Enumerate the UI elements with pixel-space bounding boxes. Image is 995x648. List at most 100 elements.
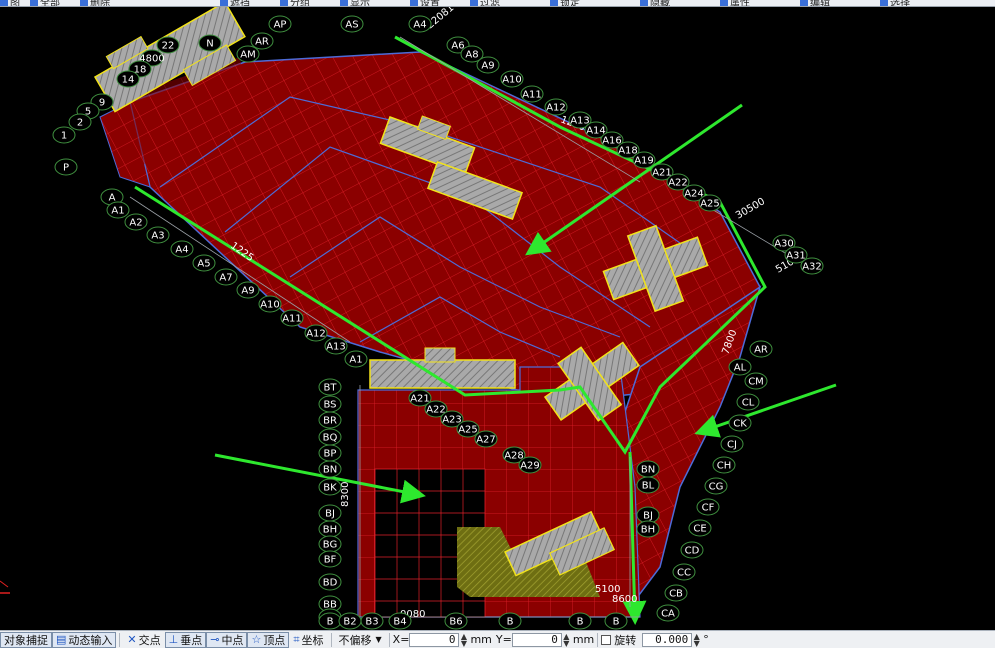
- grid-axis-label: P: [63, 163, 69, 174]
- grid-axis-label: A9: [241, 286, 254, 297]
- toolbar-icon: [640, 0, 648, 6]
- grid-axis-label: A12: [546, 103, 566, 114]
- grid-axis-bubble: A3: [146, 226, 170, 244]
- grid-axis-bubble: A11: [280, 309, 304, 327]
- grid-axis-label: B4: [393, 617, 406, 628]
- grid-axis-bubble: A9: [236, 281, 260, 299]
- grid-axis-bubble: A32: [800, 257, 824, 275]
- grid-axis-label: CF: [702, 503, 715, 514]
- rotate-spinner[interactable]: ▲ ▼: [692, 632, 701, 647]
- grid-axis-label: 22: [162, 41, 175, 52]
- grid-axis-label: A1: [349, 355, 362, 366]
- toolbar-item[interactable]: 属性: [720, 0, 750, 6]
- grid-axis-bubble: BH: [318, 520, 342, 538]
- toolbar-icon: [720, 0, 728, 6]
- perpendicular-snap-toggle[interactable]: ⊥ 垂点: [164, 631, 207, 648]
- midpoint-icon: ⊸: [210, 633, 220, 646]
- dynamic-input-toggle[interactable]: ▤ 动态输入: [52, 631, 117, 648]
- grid-axis-label: BT: [324, 383, 338, 394]
- grid-axis-label: A29: [520, 461, 540, 472]
- grid-axis-bubble: A25: [698, 194, 722, 212]
- grid-axis-bubble: CH: [712, 456, 736, 474]
- grid-axis-bubble: A12: [544, 98, 568, 116]
- vertex-snap-toggle[interactable]: ☆ 顶点: [247, 631, 290, 648]
- top-toolbar: 图 全部 删除 遮挡 分组 显示 设置 过滤 锁定 隐藏 属性 编辑 选择: [0, 0, 995, 7]
- grid-axis-label: BK: [323, 483, 337, 494]
- toolbar-item[interactable]: 编辑: [800, 0, 830, 6]
- toolbar-item[interactable]: 选择: [880, 0, 910, 6]
- grid-axis-bubble: A11: [520, 85, 544, 103]
- y-input[interactable]: 0: [511, 632, 562, 647]
- rotate-unit: °: [703, 633, 709, 646]
- x-label: X=: [392, 633, 410, 646]
- grid-axis-bubble: BN: [318, 460, 342, 478]
- toolbar-item-label: 删除: [90, 0, 110, 7]
- grid-axis-label: BH: [641, 525, 655, 536]
- grid-axis-bubble: N: [198, 34, 222, 52]
- toolbar-icon: [800, 0, 808, 6]
- grid-axis-bubble: A1: [106, 201, 130, 219]
- grid-axis-label: AR: [754, 345, 768, 356]
- object-snap-toggle[interactable]: 对象捕捉: [0, 631, 52, 648]
- grid-axis-label: B: [577, 617, 584, 628]
- grid-axis-label: BG: [323, 540, 337, 551]
- toolbar-item[interactable]: 显示: [340, 0, 370, 6]
- toolbar-item[interactable]: 分组: [280, 0, 310, 7]
- grid-axis-bubble: CL: [736, 393, 760, 411]
- floor-plan-drawing[interactable]: 3050051007800510000808300860022081122512…: [0, 7, 995, 630]
- grid-axis-label: A10: [502, 75, 522, 86]
- grid-axis-label: BP: [324, 449, 337, 460]
- grid-axis-bubble: 14: [116, 70, 140, 88]
- vertex-icon: ☆: [251, 633, 262, 646]
- toolbar-item[interactable]: 锁定: [550, 0, 580, 6]
- y-spinner[interactable]: ▲ ▼: [562, 632, 571, 647]
- x-unit: mm: [470, 633, 492, 646]
- separator: [330, 632, 332, 647]
- toolbar-item-label: 分组: [290, 0, 310, 7]
- grid-axis-bubble: 1: [52, 126, 76, 144]
- grid-axis-label: A27: [476, 435, 496, 446]
- grid-axis-bubble: AR: [250, 32, 274, 50]
- coordinate-toggle[interactable]: ⌗ 坐标: [289, 632, 327, 648]
- grid-axis-bubble: B2: [338, 612, 362, 630]
- grid-axis-bubble: BP: [318, 444, 342, 462]
- grid-axis-label: A13: [326, 342, 346, 353]
- grid-axis-label: CA: [661, 609, 675, 620]
- grid-axis-label: A22: [668, 178, 688, 189]
- toolbar-item[interactable]: 删除: [80, 0, 110, 7]
- x-spinner[interactable]: ▲ ▼: [459, 632, 468, 647]
- toolbar-item[interactable]: 图: [0, 0, 20, 6]
- toolbar-item[interactable]: 设置: [410, 0, 440, 7]
- grid-axis-label: B6: [449, 617, 462, 628]
- grid-axis-bubble: AR: [749, 340, 773, 358]
- x-input[interactable]: 0: [409, 632, 460, 647]
- rotate-input[interactable]: 0.000: [642, 632, 693, 647]
- grid-axis-label: A3: [151, 231, 164, 242]
- grid-axis-bubble: A5: [192, 254, 216, 272]
- separator: [597, 632, 599, 647]
- intersection-snap-toggle[interactable]: ✕ 交点: [123, 632, 164, 648]
- grid-axis-bubble: CE: [688, 519, 712, 537]
- toolbar-item[interactable]: 隐藏: [640, 0, 670, 6]
- grid-axis-label: BR: [323, 416, 337, 427]
- grid-axis-bubble: CF: [696, 498, 720, 516]
- toolbar-icon: [340, 0, 348, 6]
- grid-axis-label: CH: [717, 461, 732, 472]
- grid-axis-label: BD: [323, 578, 338, 589]
- toolbar-item[interactable]: 过滤: [470, 0, 500, 6]
- grid-axis-bubble: CM: [744, 372, 768, 390]
- toolbar-item-label: 设置: [420, 0, 440, 7]
- toolbar-item[interactable]: 遮挡: [220, 0, 250, 6]
- toolbar-item[interactable]: 全部: [30, 0, 60, 6]
- rotate-checkbox[interactable]: [601, 634, 612, 645]
- grid-axis-label: A12: [306, 329, 326, 340]
- grid-axis-bubble: 22: [156, 36, 180, 54]
- grid-axis-bubble: CJ: [720, 435, 744, 453]
- grid-axis-label: BJ: [325, 509, 335, 520]
- grid-axis-bubble: B: [498, 612, 522, 630]
- midpoint-snap-toggle[interactable]: ⊸ 中点: [206, 631, 248, 648]
- drawing-canvas[interactable]: 3050051007800510000808300860022081122512…: [0, 7, 995, 630]
- grid-axis-bubble: BK: [318, 478, 342, 496]
- offset-select[interactable]: 不偏移 ▼: [335, 632, 386, 648]
- midpoint-label: 中点: [221, 633, 244, 647]
